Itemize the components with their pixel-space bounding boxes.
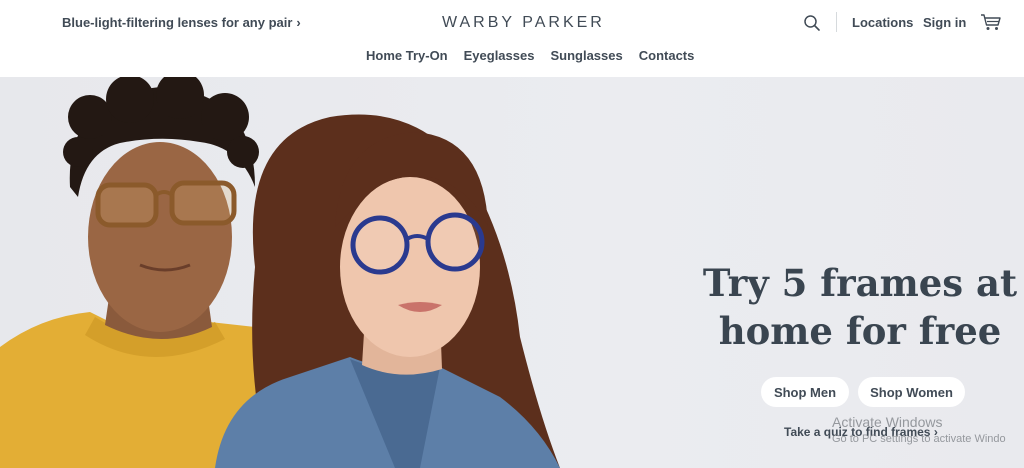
- promo-text: Blue-light-filtering lenses for any pair: [62, 15, 293, 30]
- hero-banner: Try 5 frames at home for free: [0, 77, 1024, 468]
- main-nav: Home Try-On Eyeglasses Sunglasses Contac…: [366, 48, 694, 63]
- hero-headline: Try 5 frames at home for free: [700, 259, 1020, 355]
- nav-contacts[interactable]: Contacts: [639, 48, 695, 63]
- nav-eyeglasses[interactable]: Eyeglasses: [464, 48, 535, 63]
- locations-link[interactable]: Locations: [852, 15, 913, 30]
- hero-headline-line1: Try 5 frames at: [702, 261, 1018, 305]
- hero-models-photo: [0, 77, 560, 468]
- activate-windows-watermark: Activate Windows: [832, 414, 943, 430]
- brand-logo[interactable]: WARBY PARKER: [442, 14, 605, 32]
- cart-icon[interactable]: [980, 12, 1002, 32]
- header-divider: [836, 12, 837, 32]
- sign-in-link[interactable]: Sign in: [923, 15, 966, 30]
- chevron-right-icon: ›: [296, 15, 301, 30]
- hero-headline-line2: home for free: [718, 309, 1002, 353]
- activate-windows-subtext: Go to PC settings to activate Windo: [832, 433, 1006, 445]
- promo-link[interactable]: Blue-light-filtering lenses for any pair…: [62, 15, 301, 30]
- nav-sunglasses[interactable]: Sunglasses: [550, 48, 622, 63]
- shop-women-button[interactable]: Shop Women: [858, 377, 965, 407]
- shop-men-button[interactable]: Shop Men: [761, 377, 849, 407]
- nav-home-try-on[interactable]: Home Try-On: [366, 48, 448, 63]
- site-header: Blue-light-filtering lenses for any pair…: [0, 0, 1024, 77]
- search-icon[interactable]: [803, 14, 821, 32]
